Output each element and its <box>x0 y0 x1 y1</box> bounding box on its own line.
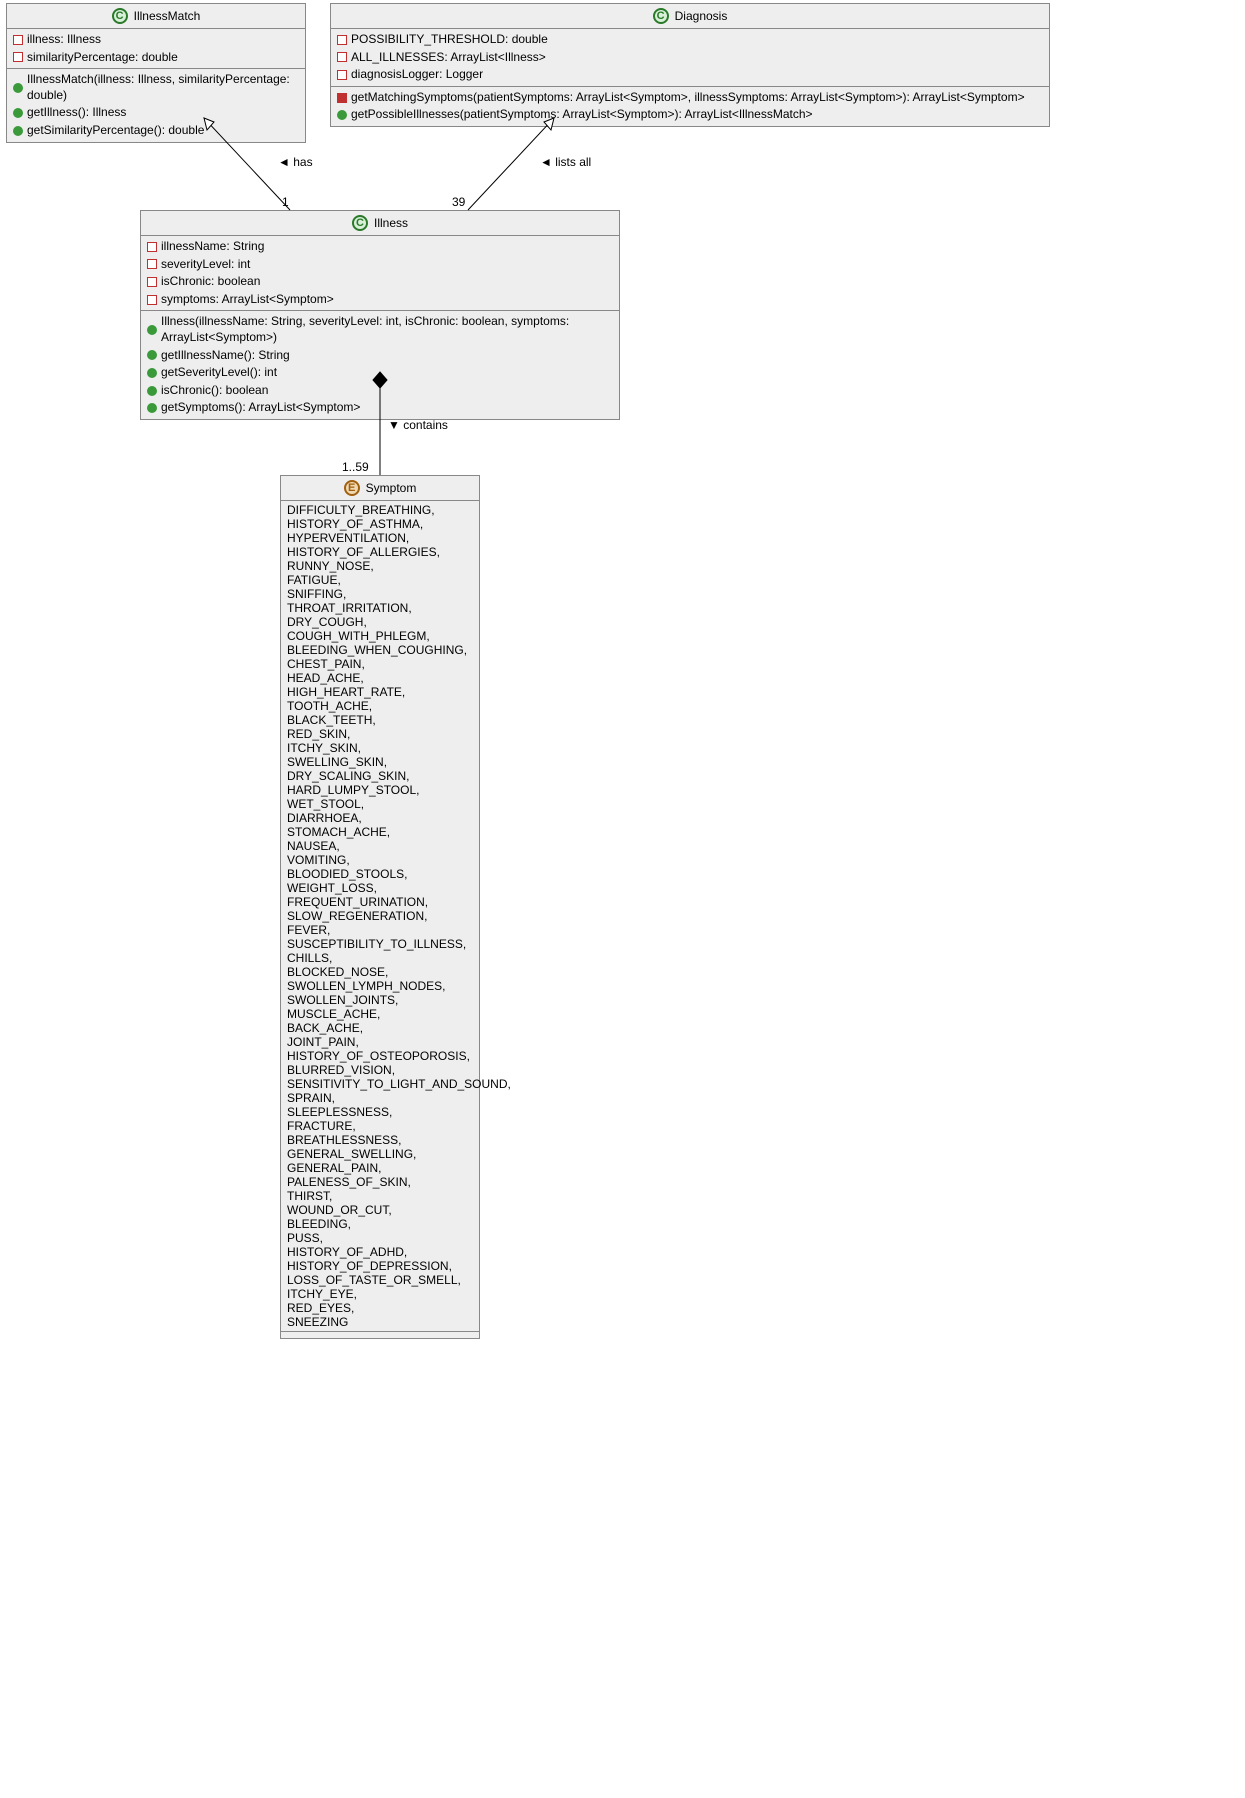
field: ALL_ILLNESSES: ArrayList<Illness> <box>351 50 546 66</box>
field: isChronic: boolean <box>161 274 260 290</box>
field: POSSIBILITY_THRESHOLD: double <box>351 32 548 48</box>
class-illnessmatch: C IllnessMatch illness: Illness similari… <box>6 3 306 143</box>
class-name: Symptom <box>366 481 417 495</box>
enum-symptom: E Symptom DIFFICULTY_BREATHING,HISTORY_O… <box>280 475 480 1339</box>
class-icon: C <box>112 8 128 24</box>
method: getIllnessName(): String <box>161 348 290 364</box>
multiplicity-listsall: 39 <box>452 195 465 209</box>
class-icon: C <box>653 8 669 24</box>
fields-section: illnessName: String severityLevel: int i… <box>141 236 619 311</box>
class-header: E Symptom <box>281 476 479 501</box>
multiplicity-has: 1 <box>282 195 289 209</box>
fields-section: illness: Illness similarityPercentage: d… <box>7 29 305 69</box>
field: similarityPercentage: double <box>27 50 178 66</box>
class-name: Illness <box>374 216 408 230</box>
field: diagnosisLogger: Logger <box>351 67 483 83</box>
relation-label-contains: ▼ contains <box>388 418 448 432</box>
methods-section: Illness(illnessName: String, severityLev… <box>141 311 619 419</box>
multiplicity-contains: 1..59 <box>342 460 369 474</box>
relation-label-listsall: ◄ lists all <box>540 155 591 169</box>
method: getIllness(): Illness <box>27 105 126 121</box>
enum-icon: E <box>344 480 360 496</box>
method: getMatchingSymptoms(patientSymptoms: Arr… <box>351 90 1025 106</box>
method: getSimilarityPercentage(): double <box>27 123 204 139</box>
class-header: C IllnessMatch <box>7 4 305 29</box>
method: getPossibleIllnesses(patientSymptoms: Ar… <box>351 107 813 123</box>
method: Illness(illnessName: String, severityLev… <box>161 314 613 345</box>
class-header: C Diagnosis <box>331 4 1049 29</box>
field: illness: Illness <box>27 32 101 48</box>
method: getSymptoms(): ArrayList<Symptom> <box>161 400 360 416</box>
methods-section: IllnessMatch(illness: Illness, similarit… <box>7 69 305 141</box>
method: IllnessMatch(illness: Illness, similarit… <box>27 72 299 103</box>
enum-values: DIFFICULTY_BREATHING,HISTORY_OF_ASTHMA,H… <box>281 501 479 1332</box>
methods-section: getMatchingSymptoms(patientSymptoms: Arr… <box>331 87 1049 126</box>
empty-section <box>281 1332 479 1338</box>
field: severityLevel: int <box>161 257 250 273</box>
class-name: IllnessMatch <box>134 9 201 23</box>
method: isChronic(): boolean <box>161 383 268 399</box>
class-header: C Illness <box>141 211 619 236</box>
relation-label-has: ◄ has <box>278 155 313 169</box>
class-icon: C <box>352 215 368 231</box>
method: getSeverityLevel(): int <box>161 365 277 381</box>
class-illness: C Illness illnessName: String severityLe… <box>140 210 620 420</box>
field: symptoms: ArrayList<Symptom> <box>161 292 334 308</box>
field: illnessName: String <box>161 239 264 255</box>
fields-section: POSSIBILITY_THRESHOLD: double ALL_ILLNES… <box>331 29 1049 87</box>
class-name: Diagnosis <box>675 9 728 23</box>
class-diagnosis: C Diagnosis POSSIBILITY_THRESHOLD: doubl… <box>330 3 1050 127</box>
